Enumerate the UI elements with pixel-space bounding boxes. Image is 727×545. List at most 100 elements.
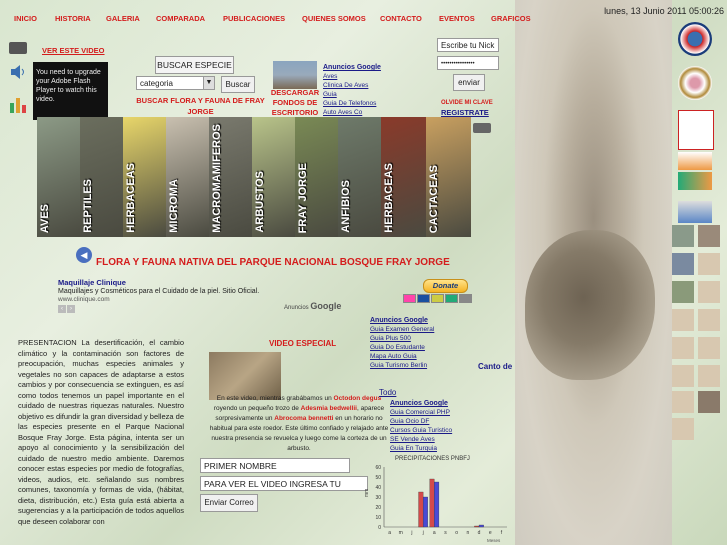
- ad-link[interactable]: Guia Plus 500: [370, 334, 450, 343]
- nav-eventos[interactable]: EVENTOS: [439, 14, 475, 23]
- gallery-thumb[interactable]: [672, 309, 694, 331]
- strip-arbustos[interactable]: ARBUSTOS: [252, 117, 295, 237]
- gallery-thumb[interactable]: [672, 391, 694, 413]
- gallery-thumb[interactable]: [672, 281, 694, 303]
- buscar-flora-fauna-link[interactable]: BUSCAR FLORA Y FAUNA DE FRAY JORGE: [128, 95, 273, 117]
- university-seal-logo[interactable]: [678, 22, 712, 56]
- discovery-logo[interactable]: [678, 201, 712, 223]
- ad-link[interactable]: Guia De Telefonos: [323, 99, 403, 108]
- gallery-thumb[interactable]: [672, 337, 694, 359]
- x-tick-label: a: [433, 530, 436, 536]
- gallery-thumb[interactable]: [698, 281, 720, 303]
- y-tick-label: 30: [375, 495, 381, 501]
- gallery-thumb[interactable]: [672, 418, 694, 440]
- donate-button[interactable]: Donate: [423, 279, 468, 293]
- strip-anfibios[interactable]: ANFIBIOS: [338, 117, 381, 237]
- canto-link[interactable]: Canto de: [478, 362, 512, 371]
- nav-contacto[interactable]: CONTACTO: [380, 14, 422, 23]
- ads-by-google[interactable]: Anuncios Google: [284, 301, 341, 311]
- forgot-password-link[interactable]: OLVIDE MI CLAVE: [441, 100, 493, 106]
- ver-este-video-link[interactable]: VER ESTE VIDEO: [42, 46, 105, 55]
- partner-logo[interactable]: [678, 172, 712, 190]
- ad-link[interactable]: Guia Do Estudante: [370, 343, 450, 352]
- strip-macromamiferos[interactable]: MACROMAMIFEROS: [209, 117, 252, 237]
- gallery-thumb[interactable]: [698, 309, 720, 331]
- password-input[interactable]: ••••••••••••••••: [437, 56, 499, 70]
- gallery-thumb[interactable]: [698, 365, 720, 387]
- email-input[interactable]: PARA VER EL VIDEO INGRESA TU CORR: [200, 476, 368, 504]
- category-select[interactable]: categoria ▼: [136, 76, 215, 90]
- x-tick-label: s: [444, 530, 447, 536]
- strip-reptiles[interactable]: REPTILES: [80, 117, 123, 237]
- ad-link[interactable]: Guia Examen General: [370, 325, 450, 334]
- ad-link[interactable]: Guia Comercial PHP: [390, 408, 470, 417]
- flash-player[interactable]: You need to upgrade your Adobe Flash Pla…: [33, 62, 108, 120]
- prev-arrow-icon[interactable]: ◀: [76, 247, 92, 263]
- gallery-thumb[interactable]: [672, 365, 694, 387]
- gallery-thumb[interactable]: [698, 225, 720, 247]
- todo-link[interactable]: Todo: [379, 388, 396, 397]
- chart-footer: Meses: [487, 538, 501, 543]
- nav-publicaciones[interactable]: PUBLICACIONES: [223, 14, 285, 23]
- bar: [478, 524, 484, 528]
- ad-link[interactable]: Cursos Guia Turistico: [390, 426, 470, 435]
- bar-chart-icon[interactable]: [9, 95, 27, 113]
- species-link[interactable]: Octodon degus: [334, 395, 382, 402]
- strip-herbaceas-2[interactable]: HERBACEAS: [381, 117, 426, 237]
- pager-next-icon[interactable]: ›: [67, 305, 75, 313]
- gallery-thumb[interactable]: [698, 391, 720, 413]
- buscar-especie-button[interactable]: BUSCAR ESPECIE: [155, 56, 234, 74]
- gallery-thumb[interactable]: [698, 253, 720, 275]
- descargar-fondos-link[interactable]: DESCARGAR FONDOS DE ESCRITORIO: [268, 88, 322, 118]
- video-camera-icon[interactable]: [9, 42, 27, 54]
- first-name-input[interactable]: PRIMER NOMBRE: [200, 458, 350, 473]
- ad-banner-url[interactable]: www.clinique.com: [58, 296, 110, 303]
- bird-thumbnail[interactable]: [273, 61, 317, 89]
- nav-historia[interactable]: HISTORIA: [55, 14, 91, 23]
- x-tick-label: n: [466, 530, 469, 536]
- gallery-thumb[interactable]: [672, 253, 694, 275]
- nav-quienes-somos[interactable]: QUIENES SOMOS: [302, 14, 366, 23]
- species-link[interactable]: Abrocoma bennetti: [274, 415, 333, 422]
- pager-prev-icon[interactable]: ‹: [58, 305, 66, 313]
- send-email-button[interactable]: Enviar Correo: [200, 494, 258, 512]
- ads-header[interactable]: Anuncios Google: [323, 63, 403, 72]
- buscar-button[interactable]: Buscar: [221, 76, 255, 93]
- niu-logo[interactable]: [678, 110, 714, 150]
- nav-graficos[interactable]: GRAFICOS: [491, 14, 531, 23]
- register-link[interactable]: REGISTRATE: [441, 108, 489, 117]
- gallery-thumb[interactable]: [698, 337, 720, 359]
- ads-header[interactable]: Anuncios Google: [370, 316, 450, 325]
- ad-link[interactable]: Clinica De Aves: [323, 81, 403, 90]
- ad-banner-title[interactable]: Maquillaje Clinique: [58, 278, 126, 287]
- ad-link[interactable]: Mapa Auto Guia: [370, 352, 450, 361]
- strip-aves[interactable]: AVES: [37, 117, 80, 237]
- ad-link[interactable]: Aves: [323, 72, 403, 81]
- y-tick-label: 60: [375, 465, 381, 471]
- strip-micromamiferos[interactable]: MICROMA: [166, 117, 209, 237]
- ad-link[interactable]: Auto Aves Co: [323, 108, 403, 117]
- x-tick-label: j: [422, 530, 424, 536]
- strip-cactaceas[interactable]: CACTACEAS: [426, 117, 471, 237]
- chevron-down-icon[interactable]: ▼: [203, 77, 214, 89]
- strip-herbaceas[interactable]: HERBACEAS: [123, 117, 166, 237]
- ad-link[interactable]: Guia En Turquia: [390, 444, 470, 453]
- login-submit-button[interactable]: enviar: [453, 74, 485, 91]
- nav-inicio[interactable]: INICIO: [14, 14, 37, 23]
- video-thumbnail[interactable]: [209, 352, 281, 400]
- speaker-icon[interactable]: [9, 64, 27, 80]
- seal-logo[interactable]: [678, 66, 712, 100]
- nav-galeria[interactable]: GALERIA: [106, 14, 140, 23]
- pnbfj-logo[interactable]: [678, 152, 712, 170]
- ad-link[interactable]: SE Vende Aves: [390, 435, 470, 444]
- strip-fray-jorge[interactable]: FRAY JORGE: [295, 117, 338, 237]
- ad-link[interactable]: Guia Turismo Berlin: [370, 361, 450, 370]
- ads-header[interactable]: Anuncios Google: [390, 399, 470, 408]
- nav-comparada[interactable]: COMPARADA: [156, 14, 205, 23]
- nick-input[interactable]: Escribe tu Nick: [437, 38, 499, 52]
- video-camera-icon[interactable]: [473, 123, 491, 133]
- species-link[interactable]: Adesmia bedwellii: [301, 405, 357, 412]
- gallery-thumb[interactable]: [672, 225, 694, 247]
- ad-link[interactable]: Guia Ocio DF: [390, 417, 470, 426]
- ad-link[interactable]: Guia: [323, 90, 403, 99]
